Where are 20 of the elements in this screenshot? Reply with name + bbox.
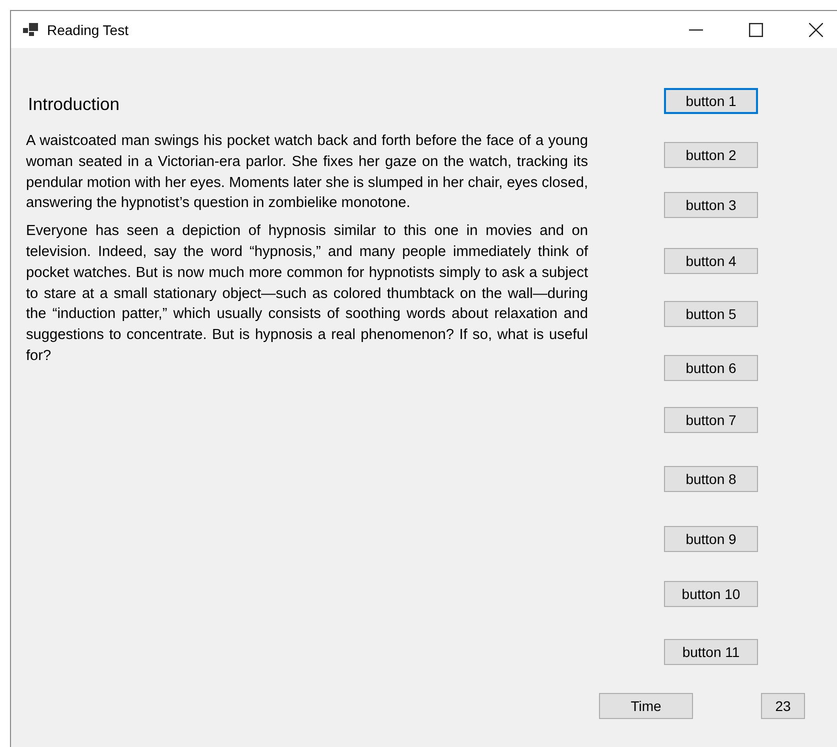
- button[interactable]: button 5: [664, 301, 758, 327]
- button[interactable]: button 10: [664, 581, 758, 607]
- button[interactable]: button 8: [664, 466, 758, 492]
- button[interactable]: button 11: [664, 639, 758, 665]
- button[interactable]: button 3: [664, 192, 758, 218]
- button[interactable]: button 9: [664, 526, 758, 552]
- button[interactable]: button 4: [664, 248, 758, 274]
- paragraph: Everyone has seen a depiction of hypnosis similar to this one in movies and on television. Indeed, say the word “hypnosis,” and many people immediately think of pocket watches. But is now much more common for hypnotists simply to ask a subject to stare at a small stationary object—such as colored thumbtack on the wall—during the “induction patter,” which usually consists of soothing words about relaxation and suggestions to concentrate. But is hypnosis a real phenomenon? If so, what is useful for?: [26, 222, 588, 366]
- button[interactable]: button 6: [664, 355, 758, 381]
- button[interactable]: button 7: [664, 407, 758, 433]
- app-icon: [23, 22, 39, 36]
- time-button[interactable]: Time: [599, 693, 693, 719]
- section-heading: Introduction: [28, 94, 120, 115]
- close-icon[interactable]: [809, 22, 823, 36]
- button[interactable]: button 2: [664, 142, 758, 168]
- time-counter: 23: [761, 693, 805, 719]
- paragraph: A waistcoated man swings his pocket watch back and forth before the face of a young woman seated in a Victorian-era parlor. She fixes her gaze on the watch, tracking its pendular motion with her eyes. Moments later she is slumped in her chair, eyes closed, answering the hypnotist’s question in zombielike monotone.: [26, 132, 588, 214]
- button[interactable]: button 1: [664, 88, 758, 114]
- window-title: Reading Test: [47, 22, 128, 38]
- maximize-icon[interactable]: [749, 22, 763, 36]
